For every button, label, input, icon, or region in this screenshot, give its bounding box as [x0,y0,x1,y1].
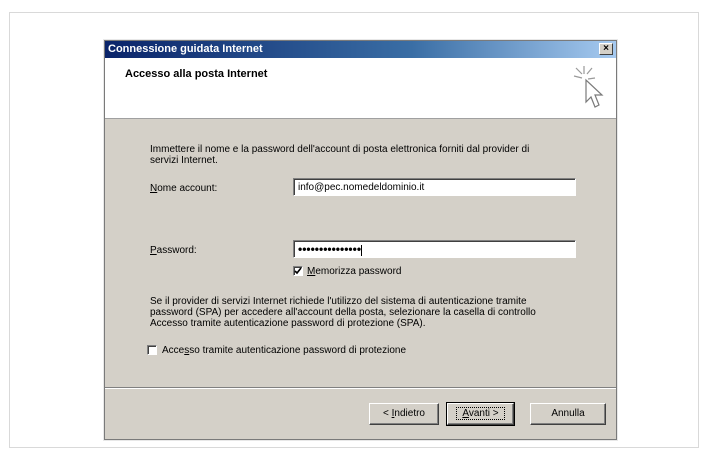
spa-info-line: Se il provider di servizi Internet richi… [150,296,527,307]
password-input[interactable]: ••••••••••••••• [293,240,576,258]
spa-checkbox[interactable] [147,345,157,355]
intro-text-line: Immettere il nome e la password dell'acc… [150,144,530,155]
button-divider [105,387,616,389]
wizard-header: Accesso alla posta Internet [105,58,616,119]
spa-checkbox-label[interactable]: Accesso tramite autenticazione password … [162,345,406,356]
next-button-focus: Avanti > [456,407,505,420]
wizard-sparkle-cursor-icon [573,66,604,108]
close-button[interactable]: × [599,43,613,55]
dialog-title: Connessione guidata Internet [108,43,263,55]
text-caret [361,244,363,256]
remember-password-label[interactable]: Memorizza password [307,266,402,277]
close-icon: × [603,43,609,54]
checkmark-icon [294,267,302,275]
spa-info-line: password (SPA) per accedere all'account … [150,307,536,318]
account-name-value: info@pec.nomedeldominio.it [298,182,425,193]
password-label: Password: [150,245,197,256]
account-name-label: Nome account: [150,183,218,194]
dialog-titlebar: Connessione guidata Internet × [105,41,616,58]
remember-password-checkbox[interactable] [293,266,303,276]
spa-info-line: Accesso tramite autenticazione password … [150,318,426,329]
intro-text-line: servizi Internet. [150,155,218,166]
page-title: Accesso alla posta Internet [125,68,268,80]
next-button[interactable]: Avanti > [446,402,515,426]
intro-text: Immettere il nome e la password dell'acc… [150,144,529,166]
wizard-dialog: Connessione guidata Internet × Accesso a… [104,40,617,440]
back-button[interactable]: < Indietro [369,403,439,425]
account-name-input[interactable]: info@pec.nomedeldominio.it [293,178,576,196]
password-masked-value: ••••••••••••••• [298,242,362,256]
cancel-button[interactable]: Annulla [530,403,606,425]
spa-info-text: Se il provider di servizi Internet richi… [150,296,536,329]
